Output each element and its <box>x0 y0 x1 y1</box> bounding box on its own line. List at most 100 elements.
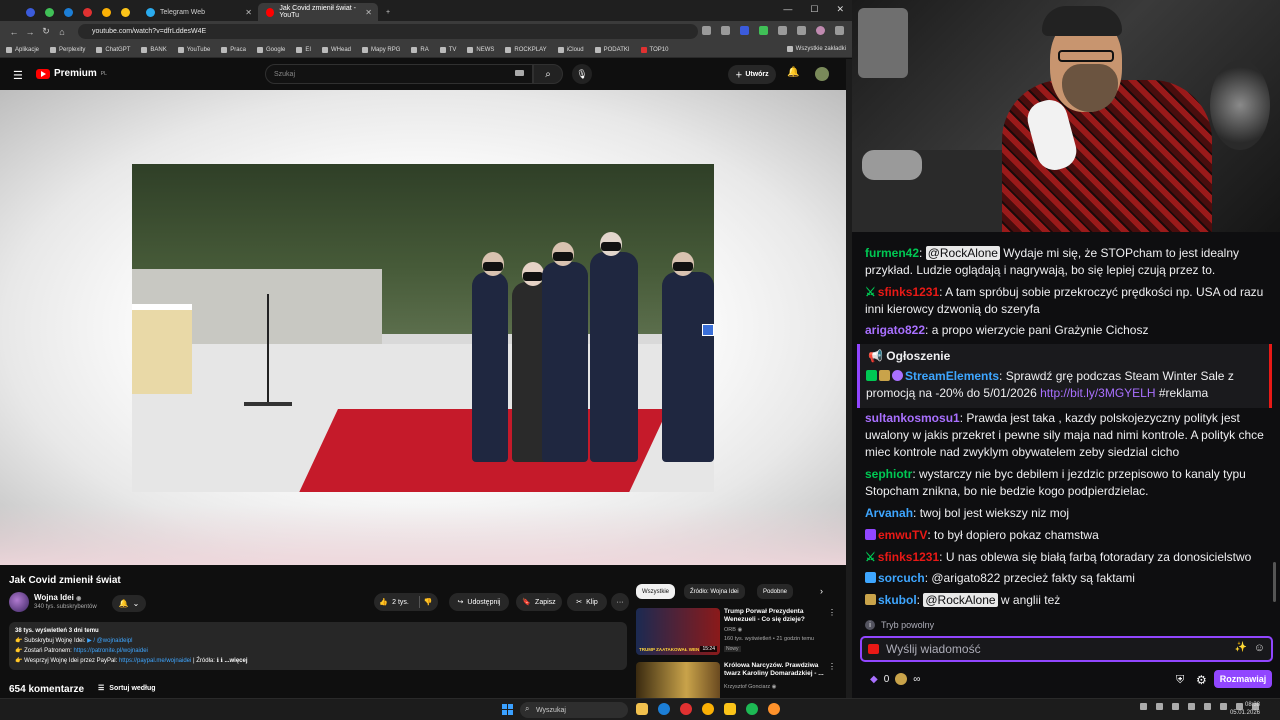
chat-send-button[interactable]: Rozmawiaj <box>1214 670 1272 688</box>
channel-name[interactable]: Wojna Idei ◉ <box>34 593 81 602</box>
voice-search-button[interactable]: 🎙 <box>572 64 592 84</box>
save-button[interactable]: 🔖 Zapisz <box>516 593 562 611</box>
like-button[interactable]: 👍 2 tys. 👎 <box>374 593 438 611</box>
wifi-icon[interactable] <box>1220 703 1227 710</box>
bookmark-item[interactable]: EI <box>296 46 311 53</box>
chat-username[interactable]: sultankosmosu1 <box>865 411 960 425</box>
edge-icon[interactable] <box>658 703 670 715</box>
all-bookmarks[interactable]: Wszystkie zakładki <box>786 46 846 52</box>
keyboard-icon[interactable] <box>515 70 524 76</box>
notifications-bell-icon[interactable]: 🔔 <box>787 67 799 78</box>
menu-icon[interactable]: ☰ <box>13 69 23 82</box>
bookmark-item[interactable]: YouTube <box>177 46 210 53</box>
extension-icon[interactable] <box>740 26 749 35</box>
home-icon[interactable]: ⌂ <box>54 27 70 37</box>
tray-app-icon[interactable] <box>1156 703 1163 710</box>
chip-similar[interactable]: Podobne <box>757 584 794 599</box>
bookmark-item[interactable]: TOP10 <box>640 46 668 53</box>
subscription-bell-button[interactable]: 🔔 ⌄ <box>112 595 146 612</box>
pinned-tab-icon[interactable] <box>83 8 92 17</box>
chat-input[interactable]: Wyślij wiadomość ✨ ☺ <box>860 636 1273 662</box>
description-link[interactable]: https://paypal.me/wojnaidei <box>119 658 191 664</box>
share-button[interactable]: ↪ Udostępnij <box>449 593 509 611</box>
chat-username[interactable]: arigato822 <box>865 323 925 337</box>
back-icon[interactable]: ← <box>6 27 22 37</box>
chip-all[interactable]: Wszystkie <box>636 584 675 599</box>
tab-telegram[interactable]: Telegram Web ✕ <box>138 3 258 21</box>
pinned-tab-icon[interactable] <box>26 8 35 17</box>
more-actions-button[interactable]: ··· <box>611 593 629 611</box>
more-link[interactable]: ...więcej <box>224 658 247 664</box>
scrollbar-thumb[interactable] <box>1273 562 1276 602</box>
bookmark-item[interactable]: ROCKPLAY <box>505 46 547 53</box>
kebab-menu-icon[interactable]: ⋮ <box>828 608 836 617</box>
maximize-icon[interactable]: ☐ <box>810 4 818 15</box>
pinned-tab-icon[interactable] <box>121 8 130 17</box>
profile-icon[interactable] <box>816 26 825 35</box>
chat-username[interactable]: sephiotr <box>865 467 912 481</box>
create-button[interactable]: ＋ Utwórz <box>728 65 776 84</box>
bookmark-item[interactable]: Google <box>256 46 285 53</box>
kebab-menu-icon[interactable] <box>835 26 844 35</box>
description-link[interactable]: https://patronite.pl/wojnaidei <box>74 648 148 654</box>
close-icon[interactable]: ✕ <box>836 4 844 15</box>
chat-username[interactable]: emwuTV <box>878 528 927 542</box>
bookmark-item[interactable]: RA <box>411 46 429 53</box>
opera-icon[interactable] <box>680 703 692 715</box>
taskbar-clock[interactable]: 08:38 05.01.2026 <box>1228 701 1260 717</box>
notes-icon[interactable] <box>724 703 736 715</box>
forward-icon[interactable]: → <box>22 27 38 37</box>
bookmark-item[interactable]: TV <box>439 46 456 53</box>
bookmark-item[interactable]: Praca <box>221 46 246 53</box>
youtube-logo[interactable]: Premium PL <box>36 68 107 79</box>
chat-mention[interactable]: @RockAlone <box>925 246 1000 260</box>
sparkle-icon[interactable]: ✨ <box>1235 642 1247 653</box>
emote-picker-icon[interactable]: ☺ <box>1254 642 1265 654</box>
bookmark-item[interactable]: ChatGPT <box>96 46 130 53</box>
pinned-tab-icon[interactable] <box>64 8 73 17</box>
chat-link[interactable]: http://bit.ly/3MGYELH <box>1040 386 1155 400</box>
bookmark-item[interactable]: PODATKI <box>594 46 630 53</box>
pinned-tab-icon[interactable] <box>45 8 54 17</box>
chevron-right-icon[interactable]: › <box>820 586 823 596</box>
chat-username[interactable]: sfinks1231 <box>878 285 939 299</box>
chat-username[interactable]: sorcuch <box>878 571 925 585</box>
recommended-video[interactable]: TRUMP ZAATAKOWAŁ WEN 15:24 Trump Porwał … <box>636 608 836 660</box>
search-input[interactable]: Szukaj <box>265 64 533 84</box>
url-field[interactable]: youtube.com/watch?v=dfrLddesW4E <box>78 24 698 39</box>
chat-username[interactable]: skubol <box>878 593 917 607</box>
extension-icon[interactable] <box>759 26 768 35</box>
tray-app-icon[interactable] <box>1172 703 1179 710</box>
puzzle-icon[interactable] <box>778 26 787 35</box>
playlist-icon[interactable] <box>797 26 806 35</box>
channel-points[interactable]: ◆ 0 ∞ <box>870 673 920 685</box>
tray-app-icon[interactable] <box>1188 703 1195 710</box>
taskbar-search[interactable]: Wyszukaj <box>520 702 628 718</box>
bookmark-item[interactable]: WHead <box>322 46 351 53</box>
close-icon[interactable]: ✕ <box>245 8 252 17</box>
chat-username[interactable]: StreamElements <box>905 369 999 383</box>
kebab-menu-icon[interactable]: ⋮ <box>828 662 836 671</box>
channel-avatar[interactable] <box>9 592 29 612</box>
tab-youtube[interactable]: Jak Covid zmienił świat - YouTu ✕ <box>258 3 378 21</box>
chat-scrollbar[interactable] <box>1272 232 1278 612</box>
chrome-icon[interactable] <box>702 703 714 715</box>
new-tab-button[interactable]: + <box>378 3 394 21</box>
tray-chevron-icon[interactable] <box>1140 703 1147 710</box>
install-icon[interactable] <box>702 26 711 35</box>
star-icon[interactable] <box>721 26 730 35</box>
chip-source[interactable]: Źródło: Wojna Idei <box>684 584 745 599</box>
sort-button[interactable]: ☰ Sortuj według <box>98 684 156 693</box>
windows-start-icon[interactable] <box>502 704 513 715</box>
info-icon[interactable]: i <box>865 620 875 630</box>
bookmark-item[interactable]: BANK <box>141 46 167 53</box>
bookmark-item[interactable]: Perplexity <box>50 46 85 53</box>
search-button[interactable]: ⌕ <box>533 64 563 84</box>
video-description[interactable]: 38 tys. wyświetleń 3 dni temu 👉 Subskryb… <box>9 622 627 670</box>
description-link[interactable]: ▶ / @wojnaideipl <box>87 638 132 644</box>
bookmark-item[interactable]: Aplikacje <box>6 46 39 53</box>
bookmark-item[interactable]: iCloud <box>557 46 584 53</box>
close-icon[interactable]: ✕ <box>365 8 372 17</box>
gear-icon[interactable]: ⚙ <box>1196 673 1207 687</box>
avatar[interactable] <box>815 67 829 81</box>
